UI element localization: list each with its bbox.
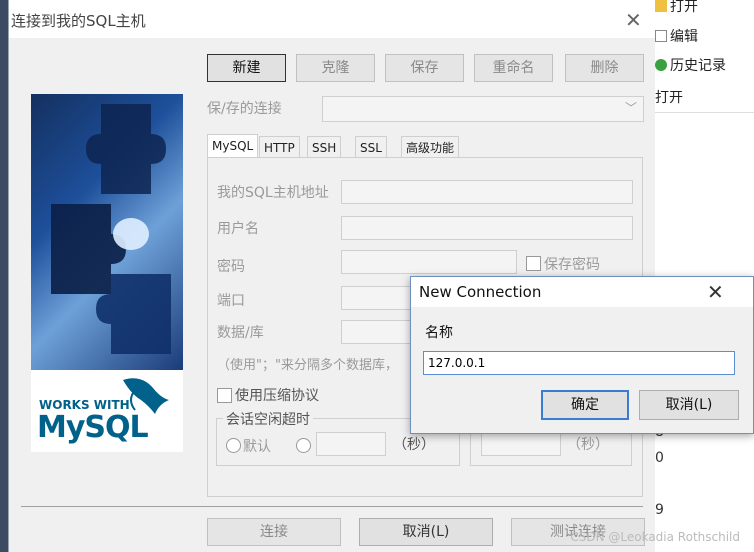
ok-button[interactable]: 确定 bbox=[541, 390, 629, 420]
dialog-title: 连接到我的SQL主机 bbox=[11, 12, 146, 30]
default-label: 默认 bbox=[243, 439, 271, 455]
popup-cancel-button[interactable]: 取消(L) bbox=[639, 390, 739, 420]
cancel-button[interactable]: 取消(L) bbox=[359, 518, 493, 546]
connection-name-input[interactable] bbox=[423, 351, 735, 375]
compression-checkbox[interactable] bbox=[217, 388, 232, 403]
tab-mysql[interactable]: MySQL bbox=[207, 134, 259, 159]
popup-title-bar: New Connection ✕ bbox=[411, 277, 753, 307]
new-button[interactable]: 新建 bbox=[207, 54, 286, 82]
tab-ssh[interactable]: SSH bbox=[307, 136, 342, 159]
title-bar: 连接到我的SQL主机 ✕ bbox=[9, 0, 655, 38]
port-field[interactable] bbox=[341, 286, 413, 310]
background-edge bbox=[0, 0, 8, 552]
timeout-group-label: 会话空闲超时 bbox=[223, 409, 313, 429]
host-label: 我的SQL主机地址 bbox=[217, 185, 329, 201]
bg-number: 9 bbox=[655, 502, 664, 518]
bg-open-item[interactable]: 打开 bbox=[655, 0, 698, 16]
tab-advanced[interactable]: 高级功能 bbox=[401, 136, 460, 159]
seconds-label-2: （秒） bbox=[567, 437, 609, 453]
compression-label: 使用压缩协议 bbox=[235, 388, 319, 404]
seconds-label: （秒） bbox=[393, 437, 435, 453]
save-button[interactable]: 保存 bbox=[385, 54, 464, 82]
timeout-field-2[interactable] bbox=[481, 432, 561, 456]
user-label: 用户名 bbox=[217, 221, 259, 237]
host-field[interactable] bbox=[341, 180, 633, 204]
tab-http[interactable]: HTTP bbox=[259, 136, 300, 159]
bottom-divider bbox=[21, 506, 643, 507]
clone-button[interactable]: 克隆 bbox=[296, 54, 375, 82]
database-field[interactable] bbox=[341, 320, 413, 344]
watermark: CSDN @Leokadia Rothschild bbox=[570, 530, 740, 544]
custom-radio[interactable] bbox=[296, 438, 311, 453]
password-label: 密码 bbox=[217, 259, 245, 275]
close-icon[interactable]: ✕ bbox=[707, 280, 724, 304]
port-label: 端口 bbox=[217, 293, 245, 309]
mysql-logo: WORKS WITH MySQL bbox=[31, 370, 183, 452]
save-password-label: 保存密码 bbox=[544, 257, 600, 273]
rename-button[interactable]: 重命名 bbox=[474, 54, 553, 82]
timeout-field[interactable] bbox=[316, 432, 386, 456]
popup-title: New Connection bbox=[419, 283, 542, 301]
delete-button[interactable]: 删除 bbox=[565, 54, 644, 82]
bg-history-item[interactable]: 历史记录 bbox=[655, 55, 726, 75]
connect-button[interactable]: 连接 bbox=[207, 518, 341, 546]
folder-icon bbox=[655, 0, 667, 12]
mysql-wordmark: MySQL bbox=[37, 410, 149, 445]
saved-connections-select[interactable]: ﹀ bbox=[322, 96, 644, 122]
puzzle-graphic bbox=[51, 104, 171, 354]
user-field[interactable] bbox=[341, 216, 633, 240]
database-hint: （使用"；"来分隔多个数据库， bbox=[217, 358, 398, 373]
tab-ssl[interactable]: SSL bbox=[355, 136, 387, 159]
chevron-down-icon: ﹀ bbox=[624, 101, 637, 115]
bg-number: 0 bbox=[655, 450, 664, 466]
bg-divider bbox=[655, 112, 754, 113]
password-field[interactable] bbox=[341, 250, 517, 274]
history-icon bbox=[655, 59, 667, 71]
database-label: 数据/库 bbox=[217, 325, 264, 341]
default-radio[interactable] bbox=[226, 438, 241, 453]
name-label: 名称 bbox=[425, 325, 453, 341]
bg-open2-item[interactable]: 打开 bbox=[655, 87, 683, 107]
close-icon[interactable]: ✕ bbox=[625, 8, 642, 32]
edit-icon bbox=[655, 30, 667, 42]
puzzle-image bbox=[31, 94, 183, 370]
saved-connections-label: 保/存的连接 bbox=[207, 101, 282, 117]
save-password-checkbox[interactable] bbox=[526, 256, 541, 271]
bg-edit-item[interactable]: 编辑 bbox=[655, 26, 698, 46]
new-connection-dialog: New Connection ✕ 名称 确定 取消(L) bbox=[410, 276, 754, 434]
